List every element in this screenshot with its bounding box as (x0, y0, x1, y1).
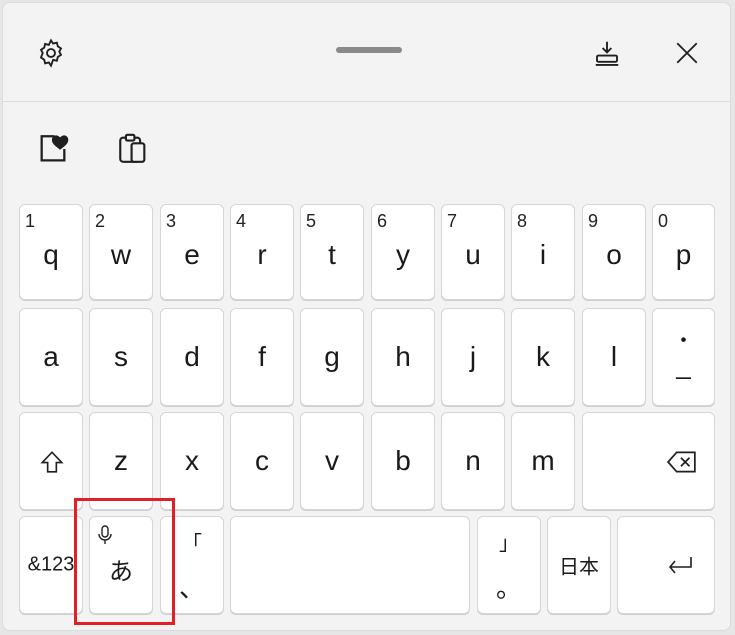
gear-icon (39, 38, 63, 68)
key-b[interactable]: b (371, 412, 435, 510)
key-label-bottom: _ (676, 350, 691, 380)
key-label: z (114, 445, 128, 476)
bracket-close-label: 」 (499, 533, 519, 555)
key-label: q (43, 239, 59, 270)
backspace-icon (667, 451, 696, 473)
settings-button[interactable] (33, 35, 69, 71)
key-label: w (110, 239, 132, 270)
bracket-open-label: 「 (182, 533, 202, 555)
key-label: s (114, 341, 128, 372)
key-label: g (324, 341, 340, 372)
language-key[interactable]: 日本 (547, 516, 611, 614)
key-label: r (257, 239, 267, 270)
ime-voice-key[interactable]: あ (89, 516, 153, 614)
emoji-heart-icon (40, 135, 69, 162)
shift-icon (40, 451, 64, 473)
key-label: c (255, 445, 269, 476)
key-number: 6 (377, 211, 388, 231)
key-label: p (675, 239, 692, 270)
key-w[interactable]: 2w (89, 204, 153, 300)
key-number: 5 (306, 211, 317, 231)
comma-label: 、 (178, 573, 205, 603)
key-label: b (395, 445, 411, 476)
key-label: x (185, 445, 199, 476)
key-number: 1 (25, 211, 36, 231)
key-label: n (465, 445, 481, 476)
key-u[interactable]: 7u (441, 204, 505, 300)
key-o[interactable]: 9o (582, 204, 646, 300)
keyboard-title-bar[interactable] (3, 3, 730, 102)
key-j[interactable]: j (441, 308, 505, 406)
key-label: t (328, 239, 336, 270)
emoji-button[interactable] (33, 129, 73, 169)
key-number: 3 (166, 211, 177, 231)
key-y[interactable]: 6y (371, 204, 435, 300)
key-number: 7 (447, 211, 458, 231)
key-number: 0 (658, 211, 669, 231)
dock-button[interactable] (589, 35, 625, 71)
key-label: l (610, 341, 618, 372)
enter-icon (668, 557, 692, 574)
key-middle-dot-underscore[interactable]: ・ _ (652, 308, 715, 406)
clipboard-button[interactable] (113, 129, 153, 169)
symbols-label: &123 (27, 553, 75, 576)
key-e[interactable]: 3e (160, 204, 224, 300)
enter-key[interactable] (617, 516, 715, 614)
key-label: d (184, 341, 200, 372)
key-q[interactable]: 1q (19, 204, 83, 300)
key-label: a (43, 341, 59, 372)
key-label: o (606, 239, 622, 270)
symbols-key[interactable]: &123 (19, 516, 83, 614)
key-r[interactable]: 4r (230, 204, 294, 300)
key-label: h (395, 341, 411, 372)
key-t[interactable]: 5t (300, 204, 364, 300)
key-v[interactable]: v (300, 412, 364, 510)
key-label: f (258, 341, 266, 372)
key-p[interactable]: 0p (652, 204, 715, 300)
key-m[interactable]: m (511, 412, 575, 510)
period-label: 。 (495, 573, 522, 603)
key-number: 8 (517, 211, 528, 231)
ime-label: あ (109, 558, 133, 586)
key-i[interactable]: 8i (511, 204, 575, 300)
backspace-key[interactable] (582, 412, 715, 510)
dock-to-bottom-icon (595, 41, 619, 66)
key-c[interactable]: c (230, 412, 294, 510)
key-number: 4 (236, 211, 247, 231)
key-l[interactable]: l (582, 308, 646, 406)
key-label: e (184, 239, 200, 270)
shift-key[interactable] (19, 412, 83, 510)
space-bar[interactable] (230, 516, 470, 614)
key-label: m (531, 445, 555, 476)
bracket-period-key[interactable]: 」 。 (477, 516, 541, 614)
key-number: 9 (588, 211, 599, 231)
close-icon (676, 42, 698, 64)
language-label: 日本 (559, 556, 599, 579)
key-a[interactable]: a (19, 308, 83, 406)
clipboard-icon (119, 133, 146, 163)
key-g[interactable]: g (300, 308, 364, 406)
key-label: v (325, 445, 339, 476)
key-h[interactable]: h (371, 308, 435, 406)
key-label: j (469, 341, 477, 372)
key-x[interactable]: x (160, 412, 224, 510)
key-n[interactable]: n (441, 412, 505, 510)
key-label: u (465, 239, 481, 270)
drag-handle[interactable] (336, 47, 402, 53)
key-d[interactable]: d (160, 308, 224, 406)
bracket-comma-key[interactable]: 「 、 (160, 516, 224, 614)
key-label: k (536, 341, 550, 372)
key-s[interactable]: s (89, 308, 153, 406)
key-label: i (539, 239, 547, 270)
key-k[interactable]: k (511, 308, 575, 406)
key-label: y (396, 239, 410, 270)
key-number: 2 (95, 211, 106, 231)
key-z[interactable]: z (89, 412, 153, 510)
close-button[interactable] (667, 33, 707, 73)
key-f[interactable]: f (230, 308, 294, 406)
microphone-icon (98, 525, 112, 544)
